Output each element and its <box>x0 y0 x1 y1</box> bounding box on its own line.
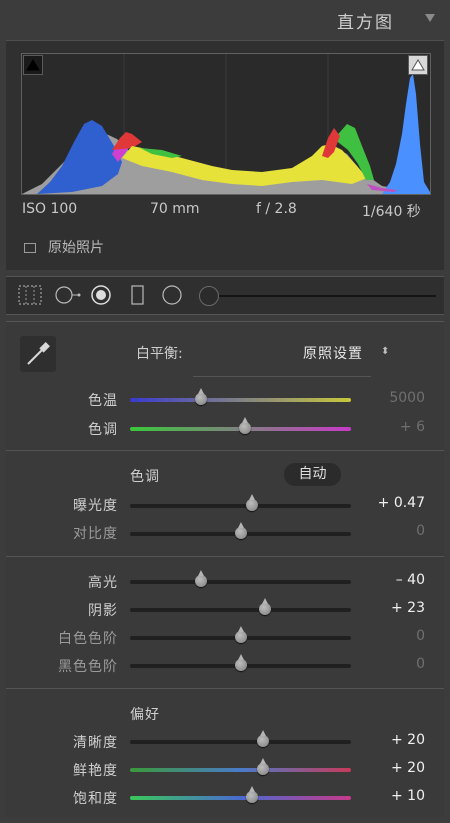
histogram-chart <box>22 54 430 194</box>
shadow-clip-icon[interactable] <box>23 55 43 75</box>
contrast-label: 对比度 <box>73 526 118 542</box>
clarity-slider[interactable] <box>130 730 351 747</box>
divider <box>6 450 444 451</box>
shadows-value[interactable]: + 23 <box>335 600 425 616</box>
contrast-slider[interactable] <box>130 522 351 539</box>
dropdown-caret-icon[interactable]: ⬍ <box>381 346 389 357</box>
histogram-graph <box>21 53 431 195</box>
vibrance-slider[interactable] <box>130 758 351 775</box>
divider <box>6 688 444 689</box>
whites-label: 白色色阶 <box>58 631 118 647</box>
auto-tone-button[interactable]: 自动 <box>284 463 341 486</box>
vibrance-label: 鲜艳度 <box>73 763 118 779</box>
vibrance-value[interactable]: + 20 <box>335 760 425 776</box>
collapse-triangle-icon[interactable] <box>425 14 435 22</box>
spot-removal-icon[interactable] <box>54 285 82 305</box>
tool-slider-track[interactable] <box>206 295 436 297</box>
original-photo-toggle[interactable]: 原始照片 <box>24 237 104 257</box>
saturation-slider[interactable] <box>130 786 351 803</box>
exposure-slider[interactable] <box>130 494 351 511</box>
blacks-value[interactable]: 0 <box>335 656 425 672</box>
temp-slider[interactable] <box>130 388 351 405</box>
crop-overlay-icon[interactable] <box>18 285 42 305</box>
exposure-value[interactable]: + 0.47 <box>335 495 425 511</box>
white-balance-label: 白平衡: <box>136 346 183 362</box>
tint-slider[interactable] <box>130 417 351 434</box>
exif-focal-length: 70 mm <box>150 201 200 217</box>
highlights-label: 高光 <box>88 575 118 591</box>
blacks-slider[interactable] <box>130 654 351 671</box>
tone-section-title: 色调 <box>130 469 160 485</box>
highlights-slider[interactable] <box>130 570 351 587</box>
presence-section-title: 偏好 <box>130 707 160 723</box>
saturation-value[interactable]: + 10 <box>335 788 425 804</box>
histogram-panel: ISO 100 70 mm f / 2.8 1/640 秒 原始照片 <box>6 40 444 270</box>
contrast-value[interactable]: 0 <box>335 523 425 539</box>
blacks-label: 黑色色阶 <box>58 659 118 675</box>
exif-shutter: 1/640 秒 <box>362 204 421 220</box>
original-photo-label: 原始照片 <box>48 240 104 256</box>
highlights-value[interactable]: – 40 <box>335 572 425 588</box>
panel-title-histogram: 直方图 <box>337 13 394 33</box>
graduated-filter-icon[interactable] <box>130 284 146 306</box>
whites-value[interactable]: 0 <box>335 628 425 644</box>
shadows-label: 阴影 <box>88 603 118 619</box>
temp-label: 色温 <box>88 393 118 409</box>
divider <box>193 376 371 377</box>
radial-filter-icon[interactable] <box>161 284 183 306</box>
clarity-label: 清晰度 <box>73 735 118 751</box>
red-eye-icon[interactable] <box>90 284 112 306</box>
saturation-label: 饱和度 <box>73 791 118 807</box>
checkbox-icon[interactable] <box>24 243 36 253</box>
highlight-clip-icon[interactable] <box>408 55 428 75</box>
whites-slider[interactable] <box>130 626 351 643</box>
shadows-slider[interactable] <box>130 598 351 615</box>
tint-label: 色调 <box>88 422 118 438</box>
exposure-label: 曝光度 <box>73 498 118 514</box>
white-balance-select[interactable]: 原照设置 <box>303 343 363 363</box>
exif-aperture: f / 2.8 <box>256 201 297 217</box>
tool-strip <box>6 276 444 315</box>
tint-value[interactable]: + 6 <box>335 419 425 435</box>
exif-iso: ISO 100 <box>22 201 78 217</box>
temp-value[interactable]: 5000 <box>335 390 425 406</box>
adjustment-brush-icon[interactable] <box>199 286 219 306</box>
clarity-value[interactable]: + 20 <box>335 732 425 748</box>
eyedropper-icon[interactable] <box>20 336 56 372</box>
divider <box>6 556 444 557</box>
